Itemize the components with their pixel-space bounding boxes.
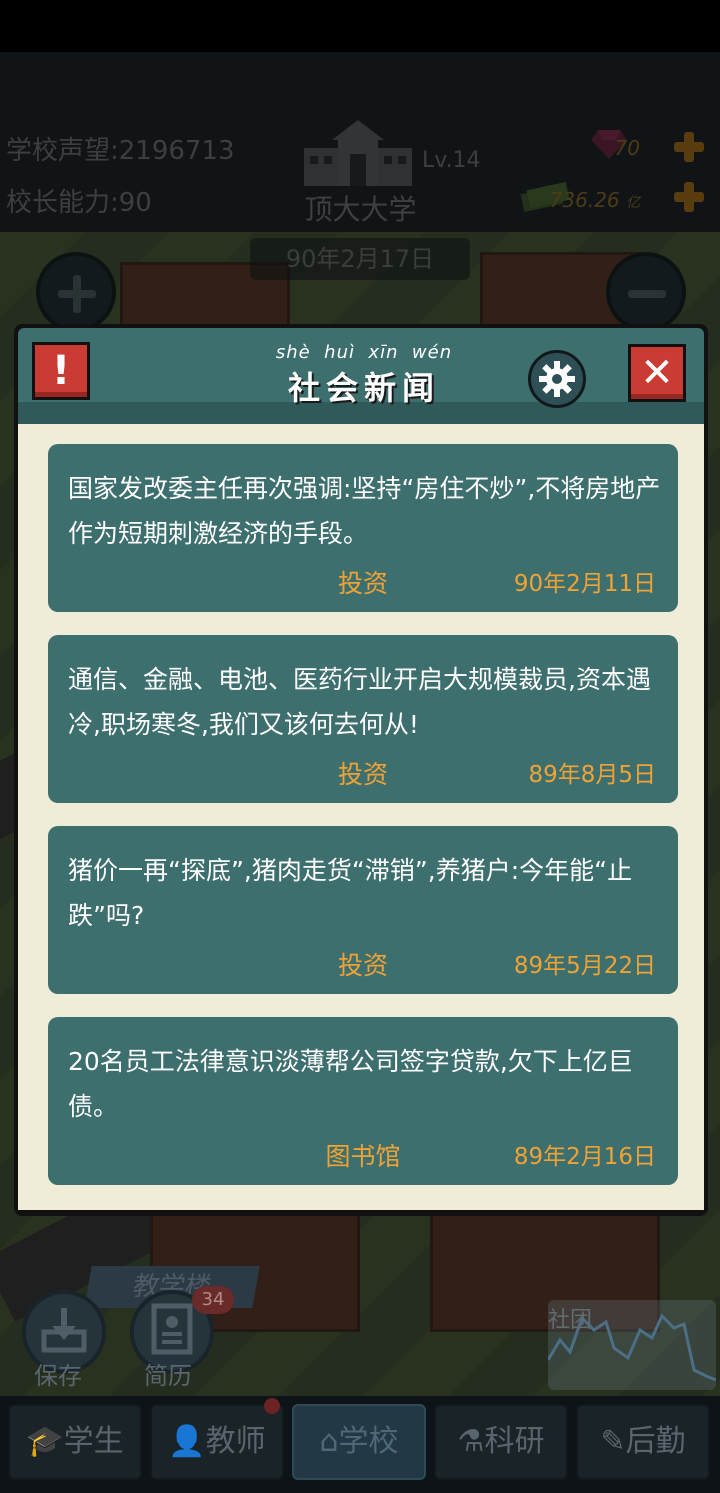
social-news-modal: ! shè huì xīn wén 社会新闻 ✕ 国家发改委主任再次强调:坚持“… xyxy=(14,324,708,1216)
teacher-icon: 👤 xyxy=(168,1424,206,1459)
news-date: 89年2月16日 xyxy=(513,1144,656,1170)
news-category: 投资 xyxy=(337,760,388,789)
student-icon: 🎓 xyxy=(26,1424,64,1459)
news-item[interactable]: 猪价一再“探底”,猪肉走货“滞销”,养猪户:今年能“止跌”吗? 投资 89年5月… xyxy=(48,826,678,994)
news-item[interactable]: 通信、金融、电池、医药行业开启大规模裁员,资本遇冷,职场寒冬,我们又该何去何从!… xyxy=(48,635,678,803)
resume-label: 简历 xyxy=(144,1362,192,1390)
news-text: 通信、金融、电池、医药行业开启大规模裁员,资本遇冷,职场寒冬,我们又该何去何从! xyxy=(68,665,651,739)
close-button[interactable]: ✕ xyxy=(628,344,686,402)
news-category: 投资 xyxy=(337,569,388,598)
modal-title: 社会新闻 xyxy=(287,369,440,407)
news-text: 国家发改委主任再次强调:坚持“房住不炒”,不将房地产作为短期刺激经济的手段。 xyxy=(68,474,661,548)
news-category: 图书馆 xyxy=(325,1142,401,1171)
bottom-nav: 🎓学生 👤教师 ⌂学校 ⚗科研 ✎后勤 xyxy=(0,1396,720,1493)
news-date: 90年2月11日 xyxy=(513,571,656,597)
gear-icon xyxy=(539,361,575,397)
news-category: 投资 xyxy=(337,951,388,980)
modal-title-pinyin: shè huì xīn wén xyxy=(275,342,453,363)
news-item[interactable]: 国家发改委主任再次强调:坚持“房住不炒”,不将房地产作为短期刺激经济的手段。 投… xyxy=(48,444,678,612)
notification-dot xyxy=(264,1398,280,1414)
save-label: 保存 xyxy=(34,1362,82,1390)
club-label: 社团 xyxy=(548,1308,593,1333)
news-text: 猪价一再“探底”,猪肉走货“滞销”,养猪户:今年能“止跌”吗? xyxy=(68,856,633,930)
tab-research[interactable]: ⚗科研 xyxy=(434,1404,568,1480)
modal-title-block: shè huì xīn wén 社会新闻 xyxy=(264,342,464,409)
resume-count-badge: 34 xyxy=(192,1286,234,1314)
tab-school[interactable]: ⌂学校 xyxy=(292,1404,426,1480)
news-date: 89年8月5日 xyxy=(528,762,656,788)
news-item[interactable]: 20名员工法律意识淡薄帮公司签字贷款,欠下上亿巨债。 图书馆 89年2月16日 xyxy=(48,1017,678,1185)
tab-teachers[interactable]: 👤教师 xyxy=(150,1404,284,1480)
news-date: 89年5月22日 xyxy=(513,953,656,979)
status-bar xyxy=(0,0,720,52)
flask-icon: ⚗ xyxy=(457,1424,485,1459)
tab-logistics[interactable]: ✎后勤 xyxy=(576,1404,710,1480)
school-icon: ⌂ xyxy=(319,1424,339,1459)
news-text: 20名员工法律意识淡薄帮公司签字贷款,欠下上亿巨债。 xyxy=(68,1047,633,1121)
settings-button[interactable] xyxy=(528,350,586,408)
clipboard-icon: ✎ xyxy=(600,1424,626,1459)
alert-button[interactable]: ! xyxy=(32,342,90,400)
tab-students[interactable]: 🎓学生 xyxy=(8,1404,142,1480)
close-icon: ✕ xyxy=(640,350,674,396)
news-list: 国家发改委主任再次强调:坚持“房住不炒”,不将房地产作为短期刺激经济的手段。 投… xyxy=(18,424,704,1210)
